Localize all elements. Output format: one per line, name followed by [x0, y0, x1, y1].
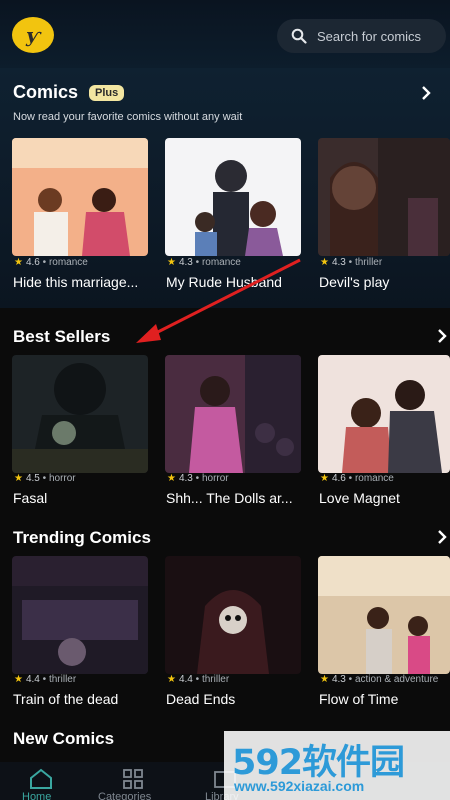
star-icon: ★: [14, 473, 23, 484]
plus-badge: Plus: [89, 85, 125, 101]
rating: ★ 4.6 • romance: [14, 257, 88, 268]
categories-icon[interactable]: [120, 768, 146, 790]
comic-title[interactable]: Love Magnet: [319, 490, 447, 506]
star-icon: ★: [167, 473, 176, 484]
best-sellers-title: Best Sellers: [13, 327, 111, 346]
star-icon: ★: [320, 257, 329, 268]
comic-cover[interactable]: [318, 138, 450, 256]
rating: ★ 4.3 • horror: [167, 473, 229, 484]
comic-cover[interactable]: [318, 355, 450, 473]
comic-title[interactable]: Train of the dead: [13, 691, 153, 707]
rating: ★ 4.3 • thriller: [320, 257, 383, 268]
nav-home-label[interactable]: Home: [22, 791, 51, 800]
comic-cover[interactable]: [12, 556, 148, 674]
comics-section-title: Comics: [13, 82, 79, 102]
star-icon: ★: [320, 473, 329, 484]
comic-cover[interactable]: [165, 355, 301, 473]
watermark-url: www.592xiazai.com: [234, 778, 365, 794]
search-icon: [291, 28, 307, 44]
annotation-arrow: [136, 258, 301, 343]
rating: ★ 4.3 • action & adventure: [320, 674, 439, 685]
comic-title[interactable]: Shh... The Dolls ar...: [166, 490, 306, 506]
home-icon[interactable]: [28, 768, 54, 790]
chevron-right-icon[interactable]: [436, 530, 448, 544]
new-comics-title: New Comics: [13, 729, 115, 748]
comic-title[interactable]: Flow of Time: [319, 691, 447, 707]
rating: ★ 4.4 • thriller: [167, 674, 230, 685]
comic-cover[interactable]: [12, 355, 148, 473]
comic-cover[interactable]: [318, 556, 450, 674]
comic-title[interactable]: Dead Ends: [166, 691, 306, 707]
comic-title[interactable]: Devil's play: [319, 274, 447, 290]
chevron-right-icon[interactable]: [420, 86, 432, 100]
nav-categories-label[interactable]: Categories: [98, 791, 151, 800]
comic-title[interactable]: Fasal: [13, 490, 153, 506]
watermark: 592软件园 www.592xiazai.com: [224, 731, 450, 800]
star-icon: ★: [167, 674, 176, 685]
comic-cover[interactable]: [165, 138, 301, 256]
chevron-right-icon[interactable]: [436, 329, 448, 343]
star-icon: ★: [14, 674, 23, 685]
top-bar: ƴ Search for comics: [0, 0, 450, 68]
search-bar[interactable]: Search for comics: [277, 19, 446, 53]
star-icon: ★: [14, 257, 23, 268]
comic-cover[interactable]: [165, 556, 301, 674]
rating: ★ 4.6 • romance: [320, 473, 394, 484]
comics-subtitle: Now read your favorite comics without an…: [13, 111, 243, 123]
comic-cover[interactable]: [12, 138, 148, 256]
search-placeholder: Search for comics: [317, 28, 422, 44]
rating: ★ 4.5 • horror: [14, 473, 76, 484]
rating: ★ 4.4 • thriller: [14, 674, 77, 685]
trending-comics-title: Trending Comics: [13, 528, 151, 547]
star-icon: ★: [320, 674, 329, 685]
app-logo[interactable]: ƴ: [12, 17, 54, 53]
